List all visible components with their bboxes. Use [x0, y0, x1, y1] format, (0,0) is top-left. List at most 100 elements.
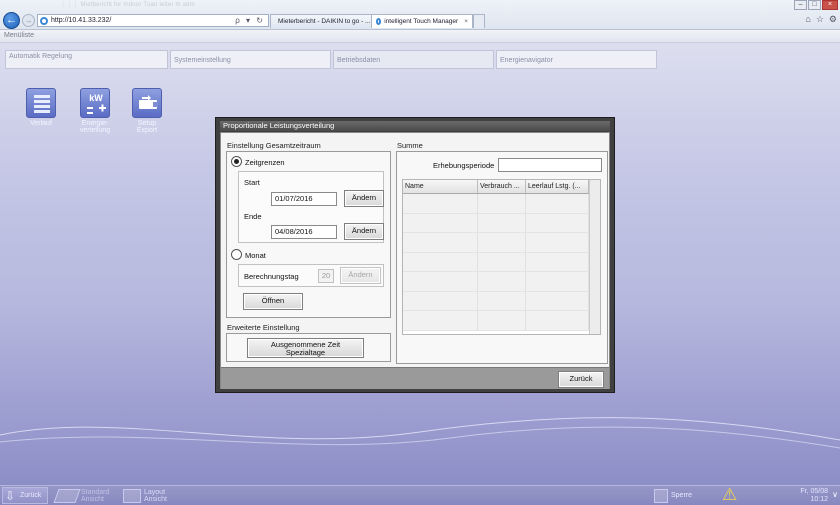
layout-view-icon: [123, 488, 141, 503]
layout-view-line1: Layout: [144, 488, 166, 496]
ie-favicon-icon: [376, 18, 382, 25]
chevron-down-icon[interactable]: ∨: [832, 490, 838, 499]
open-button[interactable]: Öffnen: [243, 293, 303, 310]
browser-back-button[interactable]: ←: [3, 12, 20, 29]
start-change-button[interactable]: Ändern: [344, 190, 384, 207]
history-chart-icon: [26, 88, 56, 118]
address-bar[interactable]: http://10.41.33.232/ ρ ▾ ↻: [37, 14, 269, 27]
standard-view-line2: Ansicht: [81, 495, 104, 503]
address-tools-icons[interactable]: ρ ▾ ↻: [235, 16, 268, 25]
bottom-back-button[interactable]: ⇩ Zurück: [2, 487, 49, 504]
standard-view-button[interactable]: Standard Ansicht: [53, 487, 109, 504]
dialog-back-button[interactable]: Zurück: [558, 371, 604, 388]
dialog-footer: Zurück: [221, 367, 609, 389]
berechnungstag-label: Berechnungstag: [244, 272, 299, 281]
table-cell: [526, 213, 589, 232]
table-row[interactable]: [403, 213, 600, 233]
ie-page-icon: [40, 16, 48, 25]
table-scrollbar[interactable]: [589, 180, 600, 334]
summary-section-box: Erhebungsperiode Name Verbrauch ... Leer…: [396, 151, 608, 364]
table-row[interactable]: [403, 311, 600, 331]
table-cell: [403, 194, 478, 213]
monat-box: Berechnungstag 20 Ändern: [238, 264, 384, 287]
clock-time: 10:12: [810, 496, 828, 503]
settings-gear-icon[interactable]: ⚙: [829, 14, 837, 25]
table-cell: [526, 252, 589, 271]
browser-tab-touch-manager[interactable]: intelligent Touch Manager ×: [371, 14, 473, 28]
table-row[interactable]: [403, 194, 600, 214]
tab-energienavigator[interactable]: Energienavigator: [496, 50, 657, 69]
table-row[interactable]: [403, 272, 600, 292]
berechnungstag-field[interactable]: 20: [318, 269, 334, 283]
column-header-leerlauf[interactable]: Leerlauf Lstg. (...: [526, 180, 589, 193]
table-cell: [478, 233, 526, 252]
table-header: Name Verbrauch ... Leerlauf Lstg. (...: [403, 180, 600, 194]
browser-tools: ⌂ ☆ ⚙: [805, 14, 837, 25]
column-header-verbrauch[interactable]: Verbrauch ...: [478, 180, 526, 193]
home-icon[interactable]: ⌂: [805, 14, 810, 25]
close-window-button[interactable]: ×: [822, 0, 838, 10]
period-section-box: Zeitgrenzen Start 01/07/2016 Ändern Ende…: [226, 151, 391, 318]
table-cell: [478, 311, 526, 330]
table-cell: [478, 213, 526, 232]
layout-view-line2: Ansicht: [144, 495, 167, 503]
summary-table: Name Verbrauch ... Leerlauf Lstg. (...: [402, 179, 601, 335]
standard-view-line1: Standard: [81, 488, 110, 496]
maximize-button[interactable]: □: [808, 0, 821, 10]
lock-button[interactable]: Sperre: [654, 487, 692, 504]
background-waves: [0, 417, 840, 449]
table-row[interactable]: [403, 291, 600, 311]
window-title: ⋮⋮⋮ Mietbericht for Indoor Tuan leiter m…: [60, 2, 195, 8]
standard-view-label: Standard Ansicht: [81, 489, 109, 503]
setup-export-label: Setup Export: [136, 120, 158, 134]
browser-forward-button[interactable]: →: [22, 14, 35, 27]
tab-automatik-regelung[interactable]: Automatik Regelung: [5, 50, 168, 69]
period-section-label: Einstellung Gesamtzeitraum: [227, 141, 321, 150]
table-row[interactable]: [403, 252, 600, 272]
layout-view-label: Layout Ansicht: [144, 489, 167, 503]
table-cell: [526, 272, 589, 291]
address-url: http://10.41.33.232/: [51, 17, 112, 24]
menu-list-label[interactable]: Menüliste: [4, 32, 34, 39]
table-cell: [403, 272, 478, 291]
minimize-button[interactable]: –: [794, 0, 807, 10]
table-cell: [478, 252, 526, 271]
close-tab-icon[interactable]: ×: [464, 18, 468, 25]
table-cell: [478, 194, 526, 213]
lock-icon: [654, 488, 668, 503]
start-label: Start: [244, 178, 260, 187]
excluded-time-button[interactable]: Ausgenommene Zeit Spezialtage: [247, 338, 364, 358]
radio-monat[interactable]: [231, 249, 242, 260]
energieverteilung-launcher[interactable]: kW Energie-verteilung: [75, 88, 115, 134]
warning-icon: ⚠: [722, 484, 738, 504]
clock: Fr, 05/08 10:12: [800, 488, 828, 504]
monat-change-button[interactable]: Ändern: [340, 267, 381, 284]
verlauf-launcher[interactable]: Verlauf: [21, 88, 61, 127]
tab-systemeinstellung[interactable]: Systemeinstellung: [170, 50, 331, 69]
start-date-field[interactable]: 01/07/2016: [271, 192, 337, 206]
window-controls: – □ ×: [794, 0, 838, 10]
favorites-star-icon[interactable]: ☆: [816, 14, 824, 25]
table-cell: [526, 291, 589, 310]
erhebungsperiode-field[interactable]: [498, 158, 602, 172]
warning-indicator[interactable]: ⚠: [722, 484, 738, 504]
dialog-title: Proportionale Leistungsverteilung: [220, 121, 610, 131]
radio-zeitgrenzen[interactable]: [231, 156, 242, 167]
new-tab-button[interactable]: [473, 14, 485, 28]
browser-chrome: ⋮⋮⋮ Mietbericht for Indoor Tuan leiter m…: [0, 0, 840, 30]
table-row[interactable]: [403, 233, 600, 253]
end-change-button[interactable]: Ändern: [344, 223, 384, 240]
layout-view-button[interactable]: Layout Ansicht: [123, 487, 167, 504]
radio-zeitgrenzen-label: Zeitgrenzen: [245, 158, 285, 167]
setup-export-launcher[interactable]: Setup Export: [127, 88, 167, 134]
tab-betriebsdaten[interactable]: Betriebsdaten: [333, 50, 494, 69]
table-cell: [526, 311, 589, 330]
column-header-name[interactable]: Name: [403, 180, 478, 193]
dialog-body: Einstellung Gesamtzeitraum Zeitgrenzen S…: [220, 132, 610, 389]
table-cell: [526, 194, 589, 213]
standard-view-icon: [53, 488, 81, 503]
end-date-field[interactable]: 04/08/2016: [271, 225, 337, 239]
back-arrow-icon: ⇩: [4, 488, 16, 503]
browser-tab-label: Mieterbericht - DAIKIN to go - ...: [278, 18, 371, 25]
browser-tab-mieterbericht[interactable]: Mieterbericht - DAIKIN to go - ...: [270, 14, 372, 28]
